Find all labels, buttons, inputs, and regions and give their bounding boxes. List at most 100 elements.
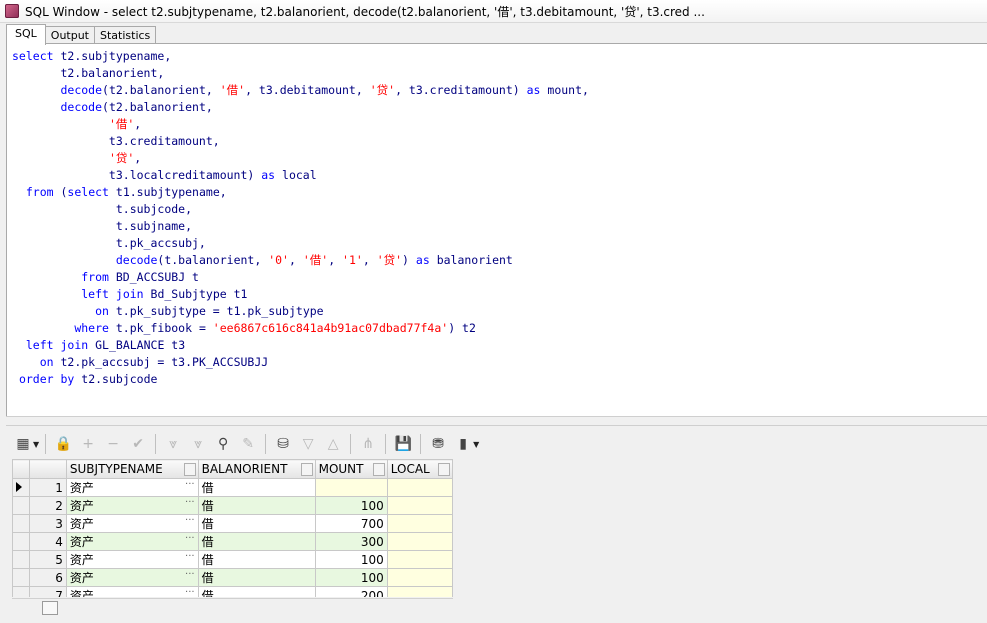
cell-mount[interactable]: 700 [314,514,388,533]
horizontal-scrollbar[interactable] [12,598,453,616]
cell-ellipsis-button[interactable]: ··· [185,480,195,491]
cell-mount[interactable]: 300 [314,532,388,551]
row-indicator [12,568,30,587]
cell-balanorient[interactable]: 借 [197,478,316,497]
column-filter-button[interactable] [183,463,196,476]
lock-icon[interactable]: 🔒 [52,433,74,455]
cell-ellipsis-button[interactable]: ··· [185,534,195,545]
column-header-local[interactable]: LOCAL [386,459,453,479]
sql-line: left join GL_BALANCE t3 [25,338,186,352]
chart-icon[interactable]: ⋔ [357,433,379,455]
add-icon[interactable]: + [77,433,99,455]
column-header-mount[interactable]: MOUNT [314,459,388,479]
cell-local[interactable] [386,514,453,533]
indicator-header [12,459,30,479]
table-row[interactable]: 7 资产 ··· 借 200 [12,586,453,598]
current-row-arrow-icon [16,481,22,492]
cell-mount[interactable]: 100 [314,496,388,515]
toolbar-separator [385,434,387,454]
column-filter-button[interactable] [438,463,450,476]
editor-tabs: SQL Output Statistics [6,24,157,45]
sql-line: from (select t1.subjtypename, [25,185,227,199]
tab-output[interactable]: Output [44,26,95,44]
cell-subjtypename[interactable]: 资产 ··· [65,568,199,587]
table-row[interactable]: 3 资产 ··· 借 700 [12,514,453,533]
sort-asc-icon[interactable]: △ [322,433,344,455]
sort-desc-icon[interactable]: ▽ [297,433,319,455]
fetch-next-icon[interactable]: ⩔ [162,433,184,455]
toolbar-separator [265,434,267,454]
cell-ellipsis-button[interactable]: ··· [185,516,195,527]
cell-local[interactable] [386,550,453,569]
cell-ellipsis-button[interactable]: ··· [185,570,195,581]
cell-subjtypename[interactable]: 资产 ··· [65,532,199,551]
save-icon[interactable]: 💾 [392,433,414,455]
grid-header-row: SUBJTYPENAME BALANORIENT MOUNT LOCAL [12,459,453,479]
table-row[interactable]: 4 资产 ··· 借 300 [12,532,453,551]
sql-line: t.pk_accsubj, [12,236,206,250]
sql-editor[interactable]: select t2.subjtypename, t2.balanorient, … [6,43,987,417]
table-row[interactable]: 2 资产 ··· 借 100 [12,496,453,515]
column-header-subjtypename[interactable]: SUBJTYPENAME [65,459,199,479]
fetch-last-icon[interactable]: ⩔ [187,433,209,455]
cell-ellipsis-button[interactable]: ··· [185,588,195,598]
toolbar-separator [350,434,352,454]
cell-local[interactable] [386,586,453,597]
cell-subjtypename[interactable]: 资产 ··· [65,496,199,515]
graph-icon[interactable]: ▮ [452,433,474,455]
cell-balanorient[interactable]: 借 [197,532,316,551]
cell-subjtypename[interactable]: 资产 ··· [65,514,199,533]
cell-subjtypename[interactable]: 资产 ··· [65,478,199,497]
cell-mount[interactable]: 200 [314,586,388,597]
tab-statistics[interactable]: Statistics [94,26,157,44]
scrollbar-thumb[interactable] [42,601,58,615]
cell-mount[interactable]: 100 [314,568,388,587]
row-number: 3 [28,514,67,533]
column-filter-button[interactable] [300,463,313,476]
sql-line: '贷', [108,151,142,165]
plsql-app-icon [5,4,19,18]
chevron-down-icon[interactable]: ▼ [473,440,479,449]
sql-line: order by t2.subjcode [18,372,158,386]
sql-line: select t2.subjtypename, [12,49,172,63]
print-icon[interactable]: ⛃ [427,433,449,455]
cell-subjtypename[interactable]: 资产 ··· [65,550,199,569]
cell-balanorient[interactable]: 借 [197,550,316,569]
column-header-balanorient[interactable]: BALANORIENT [197,459,316,479]
pane-splitter[interactable] [6,416,987,426]
cell-ellipsis-button[interactable]: ··· [185,498,195,509]
column-filter-button[interactable] [372,463,385,476]
cell-balanorient[interactable]: 借 [197,586,316,597]
cell-balanorient[interactable]: 借 [197,514,316,533]
rownum-header [28,459,67,479]
grid-icon[interactable]: ▦ [12,433,34,455]
cell-mount[interactable]: 100 [314,550,388,569]
cell-local[interactable] [386,568,453,587]
tab-sql[interactable]: SQL [6,24,46,45]
row-indicator [12,586,30,597]
sql-line: decode(t2.balanorient, '借', t3.debitamou… [60,83,589,97]
cell-mount[interactable] [314,478,388,497]
empty-grid-area [453,459,987,615]
chevron-down-icon[interactable]: ▼ [33,440,39,449]
cell-ellipsis-button[interactable]: ··· [185,552,195,563]
cell-balanorient[interactable]: 借 [197,568,316,587]
post-icon[interactable]: ✔ [127,433,149,455]
table-row[interactable]: 6 资产 ··· 借 100 [12,568,453,587]
table-row[interactable]: 1 资产 ··· 借 [12,478,453,497]
result-grid[interactable]: SUBJTYPENAME BALANORIENT MOUNT LOCAL 1 资产… [12,459,453,597]
table-row[interactable]: 5 资产 ··· 借 100 [12,550,453,569]
clear-icon[interactable]: ✎ [237,433,259,455]
cell-balanorient[interactable]: 借 [197,496,316,515]
sql-line: from BD_ACCSUBJ t [81,270,199,284]
row-number: 6 [28,568,67,587]
toolbar-separator [420,434,422,454]
cell-local[interactable] [386,478,453,497]
cell-local[interactable] [386,496,453,515]
export-icon[interactable]: ⛁ [272,433,294,455]
find-icon[interactable]: ⚲ [212,433,234,455]
cell-local[interactable] [386,532,453,551]
remove-icon[interactable]: − [102,433,124,455]
sql-line: t3.localcreditamount) as local [12,168,317,182]
cell-subjtypename[interactable]: 资产 ··· [65,586,199,598]
